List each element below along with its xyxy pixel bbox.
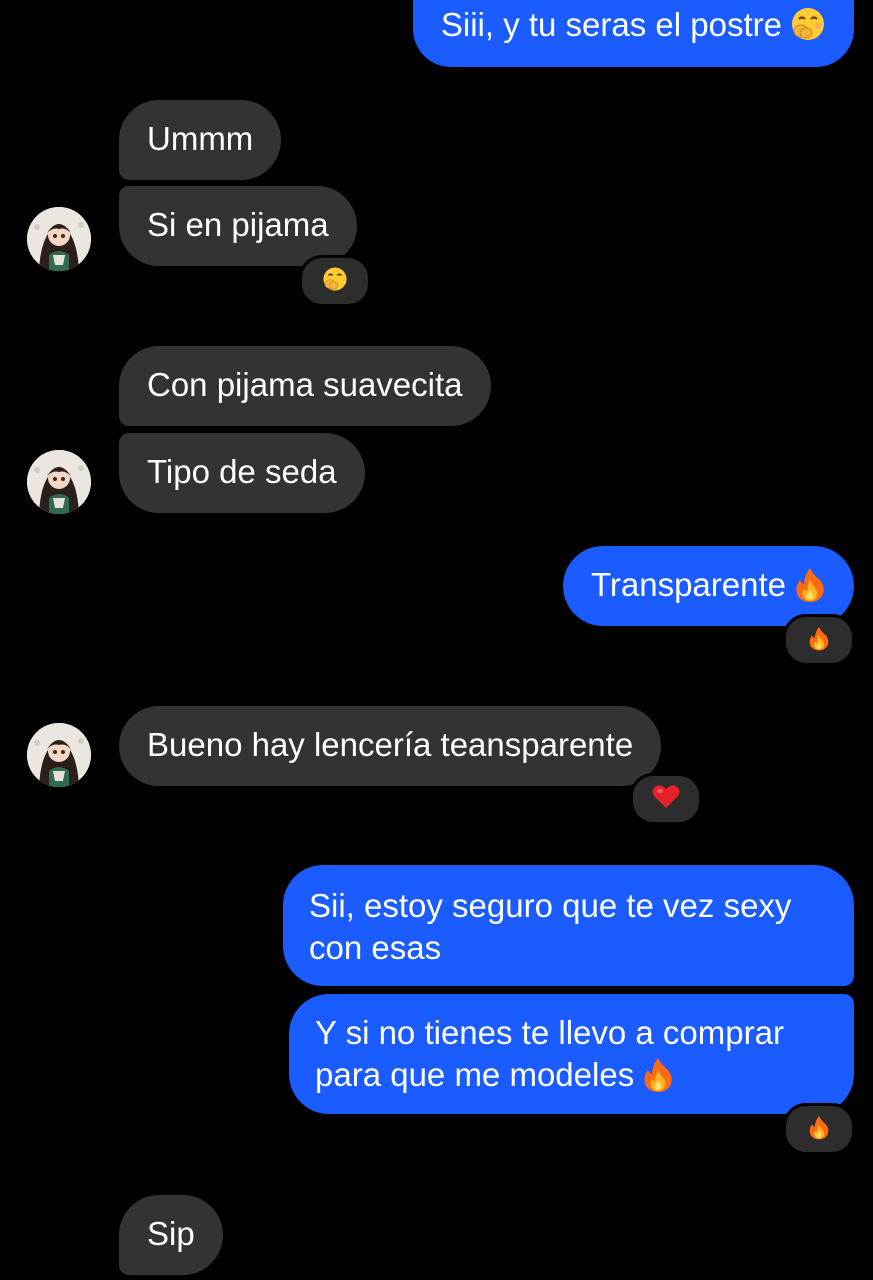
message-text: Con pijama suavecita — [147, 366, 463, 403]
message-bubble-incoming[interactable]: Tipo de seda — [119, 433, 365, 513]
chat-thread: Siii, y tu seras el postre Ummm Si en pi… — [0, 0, 873, 1280]
message-bubble-incoming[interactable]: Con pijama suavecita — [119, 346, 491, 426]
message-reaction[interactable] — [783, 614, 855, 666]
message-bubble-outgoing[interactable]: Sii, estoy seguro que te vez sexy con es… — [283, 865, 854, 986]
hand-over-mouth-emoji-icon — [790, 6, 826, 52]
contact-avatar[interactable] — [27, 723, 91, 787]
message-bubble-outgoing[interactable]: Y si no tienes te llevo a comprar para q… — [289, 994, 854, 1114]
message-text: Sii, estoy seguro que te vez sexy con es… — [309, 887, 792, 966]
message-text: Si en pijama — [147, 206, 329, 243]
message-bubble-incoming[interactable]: Bueno hay lencería teansparente — [119, 706, 662, 786]
message-reaction[interactable] — [783, 1103, 855, 1155]
message-reaction[interactable] — [630, 773, 702, 825]
message-bubble-outgoing[interactable]: Siii, y tu seras el postre — [412, 0, 854, 67]
fire-emoji-icon — [808, 625, 830, 656]
message-text: Sip — [147, 1215, 195, 1252]
message-text: Transparente — [590, 566, 786, 603]
red-heart-emoji-icon — [652, 784, 680, 815]
fire-emoji-icon — [642, 1056, 674, 1102]
message-text: Ummm — [147, 120, 254, 157]
fire-emoji-icon — [794, 566, 826, 612]
message-bubble-incoming[interactable]: Si en pijama — [119, 186, 357, 266]
message-bubble-incoming[interactable]: Ummm — [119, 100, 282, 180]
message-bubble-incoming[interactable]: Sip — [119, 1195, 223, 1275]
message-text: Y si no tienes te llevo a comprar para q… — [315, 1014, 784, 1093]
contact-avatar[interactable] — [27, 207, 91, 271]
message-text: Tipo de seda — [147, 453, 337, 490]
message-text: Bueno hay lencería teansparente — [147, 726, 634, 763]
fire-emoji-icon — [808, 1114, 830, 1145]
hand-over-mouth-emoji-icon — [322, 266, 348, 297]
message-reaction[interactable] — [299, 255, 371, 307]
contact-avatar[interactable] — [27, 450, 91, 514]
message-text: Siii, y tu seras el postre — [440, 6, 782, 43]
